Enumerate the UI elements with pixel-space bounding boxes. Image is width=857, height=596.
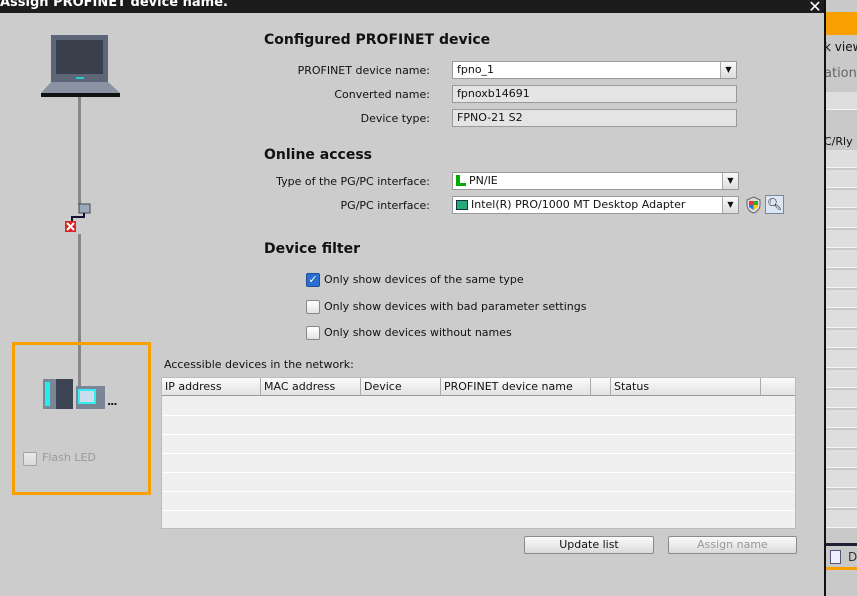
interface-type-value: PN/IE: [469, 174, 498, 187]
device-type-field: FPNO-21 S2: [452, 109, 737, 127]
column-profinet-name[interactable]: PROFINET device name: [441, 378, 591, 396]
more-modules-indicator: ...: [107, 395, 118, 408]
dialog-title-bar: Assign PROFINET device name.: [0, 0, 824, 13]
diagnostics-icon: [830, 550, 841, 564]
column-blank[interactable]: [591, 378, 611, 396]
device-filter-heading: Device filter: [264, 241, 360, 257]
close-button[interactable]: ✕: [806, 0, 824, 16]
background-window: k view ations C/Rly D: [824, 0, 857, 596]
assign-name-button[interactable]: Assign name: [668, 536, 797, 554]
security-shield-icon[interactable]: [745, 196, 762, 214]
interface-label: PG/PC interface:: [340, 199, 430, 212]
device-name-value: fpno_1: [457, 63, 495, 76]
update-list-button[interactable]: Update list: [524, 536, 654, 554]
flash-led-checkbox[interactable]: [23, 452, 37, 466]
background-orange-bar: [826, 12, 857, 35]
network-adapter-icon: [456, 200, 468, 210]
interface-type-label: Type of the PG/PC interface:: [276, 175, 430, 188]
chevron-down-icon[interactable]: ▼: [720, 62, 736, 78]
converted-name-label: Converted name:: [334, 88, 430, 101]
column-mac-address[interactable]: MAC address: [261, 378, 361, 396]
interface-type-select[interactable]: PN/IE ▼: [452, 172, 739, 190]
network-line: [78, 97, 81, 205]
chevron-down-icon[interactable]: ▼: [722, 197, 738, 213]
column-filler: [761, 378, 795, 396]
bad-params-label: Only show devices with bad parameter set…: [324, 300, 587, 313]
interface-value: Intel(R) PRO/1000 MT Desktop Adapter: [471, 198, 686, 211]
background-text: D: [848, 550, 857, 564]
same-type-checkbox[interactable]: ✓: [306, 273, 320, 287]
device-name-combobox[interactable]: fpno_1 ▼: [452, 61, 737, 79]
column-status[interactable]: Status: [611, 378, 761, 396]
converted-name-field: fpnoxb14691: [452, 85, 737, 103]
disconnected-interface-icon: [65, 203, 91, 232]
magnifier-icon: 🔍︎: [766, 197, 783, 211]
no-names-label: Only show devices without names: [324, 326, 512, 339]
no-names-checkbox[interactable]: [306, 326, 320, 340]
bad-params-checkbox[interactable]: [306, 300, 320, 314]
background-text: C/Rly: [824, 135, 853, 148]
device-name-label: PROFINET device name:: [297, 64, 430, 77]
dialog-title: Assign PROFINET device name.: [0, 0, 228, 10]
background-text: ations: [824, 66, 857, 81]
flash-led-label: Flash LED: [42, 451, 96, 464]
chevron-down-icon[interactable]: ▼: [722, 173, 738, 189]
search-device-button[interactable]: 🔍︎: [765, 195, 784, 214]
online-access-heading: Online access: [264, 147, 373, 163]
column-ip-address[interactable]: IP address: [162, 378, 261, 396]
device-type-label: Device type:: [360, 112, 430, 125]
same-type-label: Only show devices of the same type: [324, 273, 524, 286]
network-devices-caption: Accessible devices in the network:: [164, 358, 354, 371]
interface-select[interactable]: Intel(R) PRO/1000 MT Desktop Adapter ▼: [452, 196, 739, 214]
background-row: [826, 92, 857, 110]
background-text: k view: [824, 40, 857, 54]
configured-heading: Configured PROFINET device: [264, 32, 491, 48]
laptop-icon: [41, 35, 120, 97]
accessible-devices-table[interactable]: IP address MAC address Device PROFINET d…: [161, 377, 796, 529]
column-device[interactable]: Device: [361, 378, 441, 396]
target-device-box: [12, 342, 151, 495]
